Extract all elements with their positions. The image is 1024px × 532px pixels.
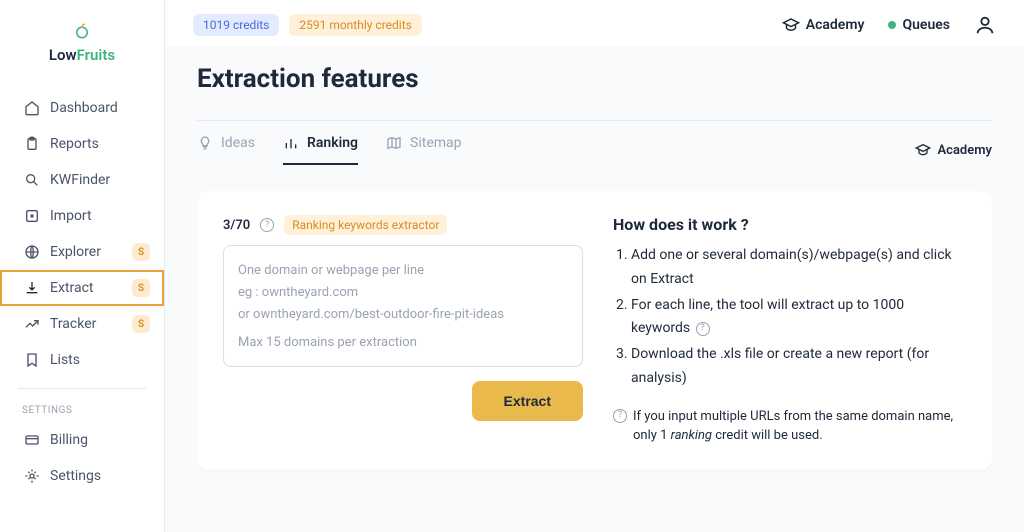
sidebar-item-billing[interactable]: Billing	[0, 422, 164, 458]
settings-heading: SETTINGS	[0, 399, 164, 422]
placeholder-line: One domain or webpage per line	[238, 260, 568, 282]
monthly-credits-pill[interactable]: 2591 monthly credits	[289, 14, 421, 36]
placeholder-line: eg : owntheyard.com	[238, 282, 568, 304]
sidebar-item-settings[interactable]: Settings	[0, 458, 164, 494]
tab-sitemap[interactable]: Sitemap	[386, 135, 461, 165]
tab-ranking[interactable]: Ranking	[283, 135, 358, 165]
step-item: Add one or several domain(s)/webpage(s) …	[631, 244, 966, 292]
bar-chart-icon	[283, 135, 299, 151]
domains-input[interactable]: One domain or webpage per line eg : ownt…	[223, 245, 583, 367]
divider	[197, 120, 992, 121]
queues-link[interactable]: Queues	[888, 17, 950, 33]
globe-icon	[24, 244, 40, 260]
sidebar-item-tracker[interactable]: Tracker S	[0, 306, 164, 342]
academy-link[interactable]: Academy	[782, 16, 865, 34]
subscription-badge: S	[132, 243, 150, 261]
sidebar-item-reports[interactable]: Reports	[0, 126, 164, 162]
step-text: For each line, the tool will extract up …	[631, 297, 904, 337]
help-icon[interactable]: ?	[613, 409, 627, 423]
main-nav: Dashboard Reports KWFinder Import Explor…	[0, 90, 164, 494]
sidebar-item-label: Billing	[50, 432, 88, 448]
academy-icon	[782, 16, 800, 34]
page-title: Extraction features	[197, 64, 992, 94]
content: Extraction features Ideas Ranking Sitema…	[165, 46, 1024, 490]
map-icon	[386, 135, 402, 151]
sidebar-item-label: Reports	[50, 136, 99, 152]
home-icon	[24, 100, 40, 116]
usage-counter: 3/70	[223, 218, 250, 233]
credits-group: 1019 credits 2591 monthly credits	[193, 14, 422, 36]
sidebar-item-label: Extract	[50, 280, 93, 296]
sidebar-item-label: Lists	[50, 352, 80, 368]
extractor-badge: Ranking keywords extractor	[284, 215, 447, 235]
note-suffix: credit will be used.	[712, 428, 823, 443]
note-italic: ranking	[671, 428, 712, 443]
steps-list: Add one or several domain(s)/webpage(s) …	[613, 244, 966, 391]
sidebar-item-label: Tracker	[50, 316, 96, 332]
sidebar-item-label: Explorer	[50, 244, 101, 260]
academy-icon	[915, 142, 931, 158]
sidebar-item-explorer[interactable]: Explorer S	[0, 234, 164, 270]
extractor-column: 3/70 ? Ranking keywords extractor One do…	[223, 215, 583, 446]
academy-label: Academy	[806, 17, 865, 33]
step-item: For each line, the tool will extract up …	[631, 294, 966, 342]
how-column: How does it work ? Add one or several do…	[613, 215, 966, 446]
credit-note: ? If you input multiple URLs from the sa…	[613, 407, 966, 446]
sidebar-item-label: Settings	[50, 468, 101, 484]
clipboard-icon	[24, 136, 40, 152]
tab-label: Sitemap	[410, 135, 461, 151]
max-note: Max 15 domains per extraction	[238, 332, 417, 354]
search-icon	[24, 172, 40, 188]
status-dot-icon	[888, 21, 896, 29]
topbar: 1019 credits 2591 monthly credits Academ…	[165, 0, 1024, 46]
counter-row: 3/70 ? Ranking keywords extractor	[223, 215, 583, 235]
help-icon[interactable]: ?	[696, 322, 710, 336]
card-icon	[24, 432, 40, 448]
step-item: Download the .xls file or create a new r…	[631, 343, 966, 391]
user-icon[interactable]	[974, 14, 996, 36]
gear-icon	[24, 468, 40, 484]
extract-button[interactable]: Extract	[472, 381, 583, 421]
nav-divider	[18, 388, 146, 389]
academy-label: Academy	[937, 143, 992, 158]
subscription-badge: S	[132, 279, 150, 297]
sidebar-item-label: KWFinder	[50, 172, 110, 188]
logo-icon	[73, 22, 91, 40]
tabs-row: Ideas Ranking Sitemap Academy	[197, 135, 992, 165]
sidebar-item-extract[interactable]: Extract S	[0, 270, 164, 306]
plus-square-icon	[24, 208, 40, 224]
bookmark-icon	[24, 352, 40, 368]
sidebar-item-kwfinder[interactable]: KWFinder	[0, 162, 164, 198]
sidebar-item-dashboard[interactable]: Dashboard	[0, 90, 164, 126]
brand: LowFruits	[0, 22, 164, 64]
help-icon[interactable]: ?	[260, 218, 274, 232]
lightbulb-icon	[197, 135, 213, 151]
sidebar-item-label: Dashboard	[50, 100, 118, 116]
subscription-badge: S	[132, 315, 150, 333]
trend-icon	[24, 316, 40, 332]
sidebar: LowFruits Dashboard Reports KWFinder Imp…	[0, 0, 165, 532]
note-text: If you input multiple URLs from the same…	[633, 407, 966, 446]
tab-ideas[interactable]: Ideas	[197, 135, 255, 165]
sidebar-item-import[interactable]: Import	[0, 198, 164, 234]
tab-label: Ranking	[307, 135, 358, 151]
sidebar-item-label: Import	[50, 208, 92, 224]
placeholder-line: or owntheyard.com/best-outdoor-fire-pit-…	[238, 304, 568, 326]
sidebar-item-lists[interactable]: Lists	[0, 342, 164, 378]
queues-label: Queues	[902, 17, 950, 33]
brand-name: LowFruits	[0, 46, 164, 64]
credits-pill[interactable]: 1019 credits	[193, 14, 279, 36]
tabs: Ideas Ranking Sitemap	[197, 135, 462, 165]
tab-label: Ideas	[221, 135, 255, 151]
extractor-card: 3/70 ? Ranking keywords extractor One do…	[197, 191, 992, 470]
main: 1019 credits 2591 monthly credits Academ…	[165, 0, 1024, 532]
download-icon	[24, 280, 40, 296]
academy-inline-link[interactable]: Academy	[915, 142, 992, 158]
top-right: Academy Queues	[782, 14, 996, 36]
how-title: How does it work ?	[613, 215, 966, 234]
